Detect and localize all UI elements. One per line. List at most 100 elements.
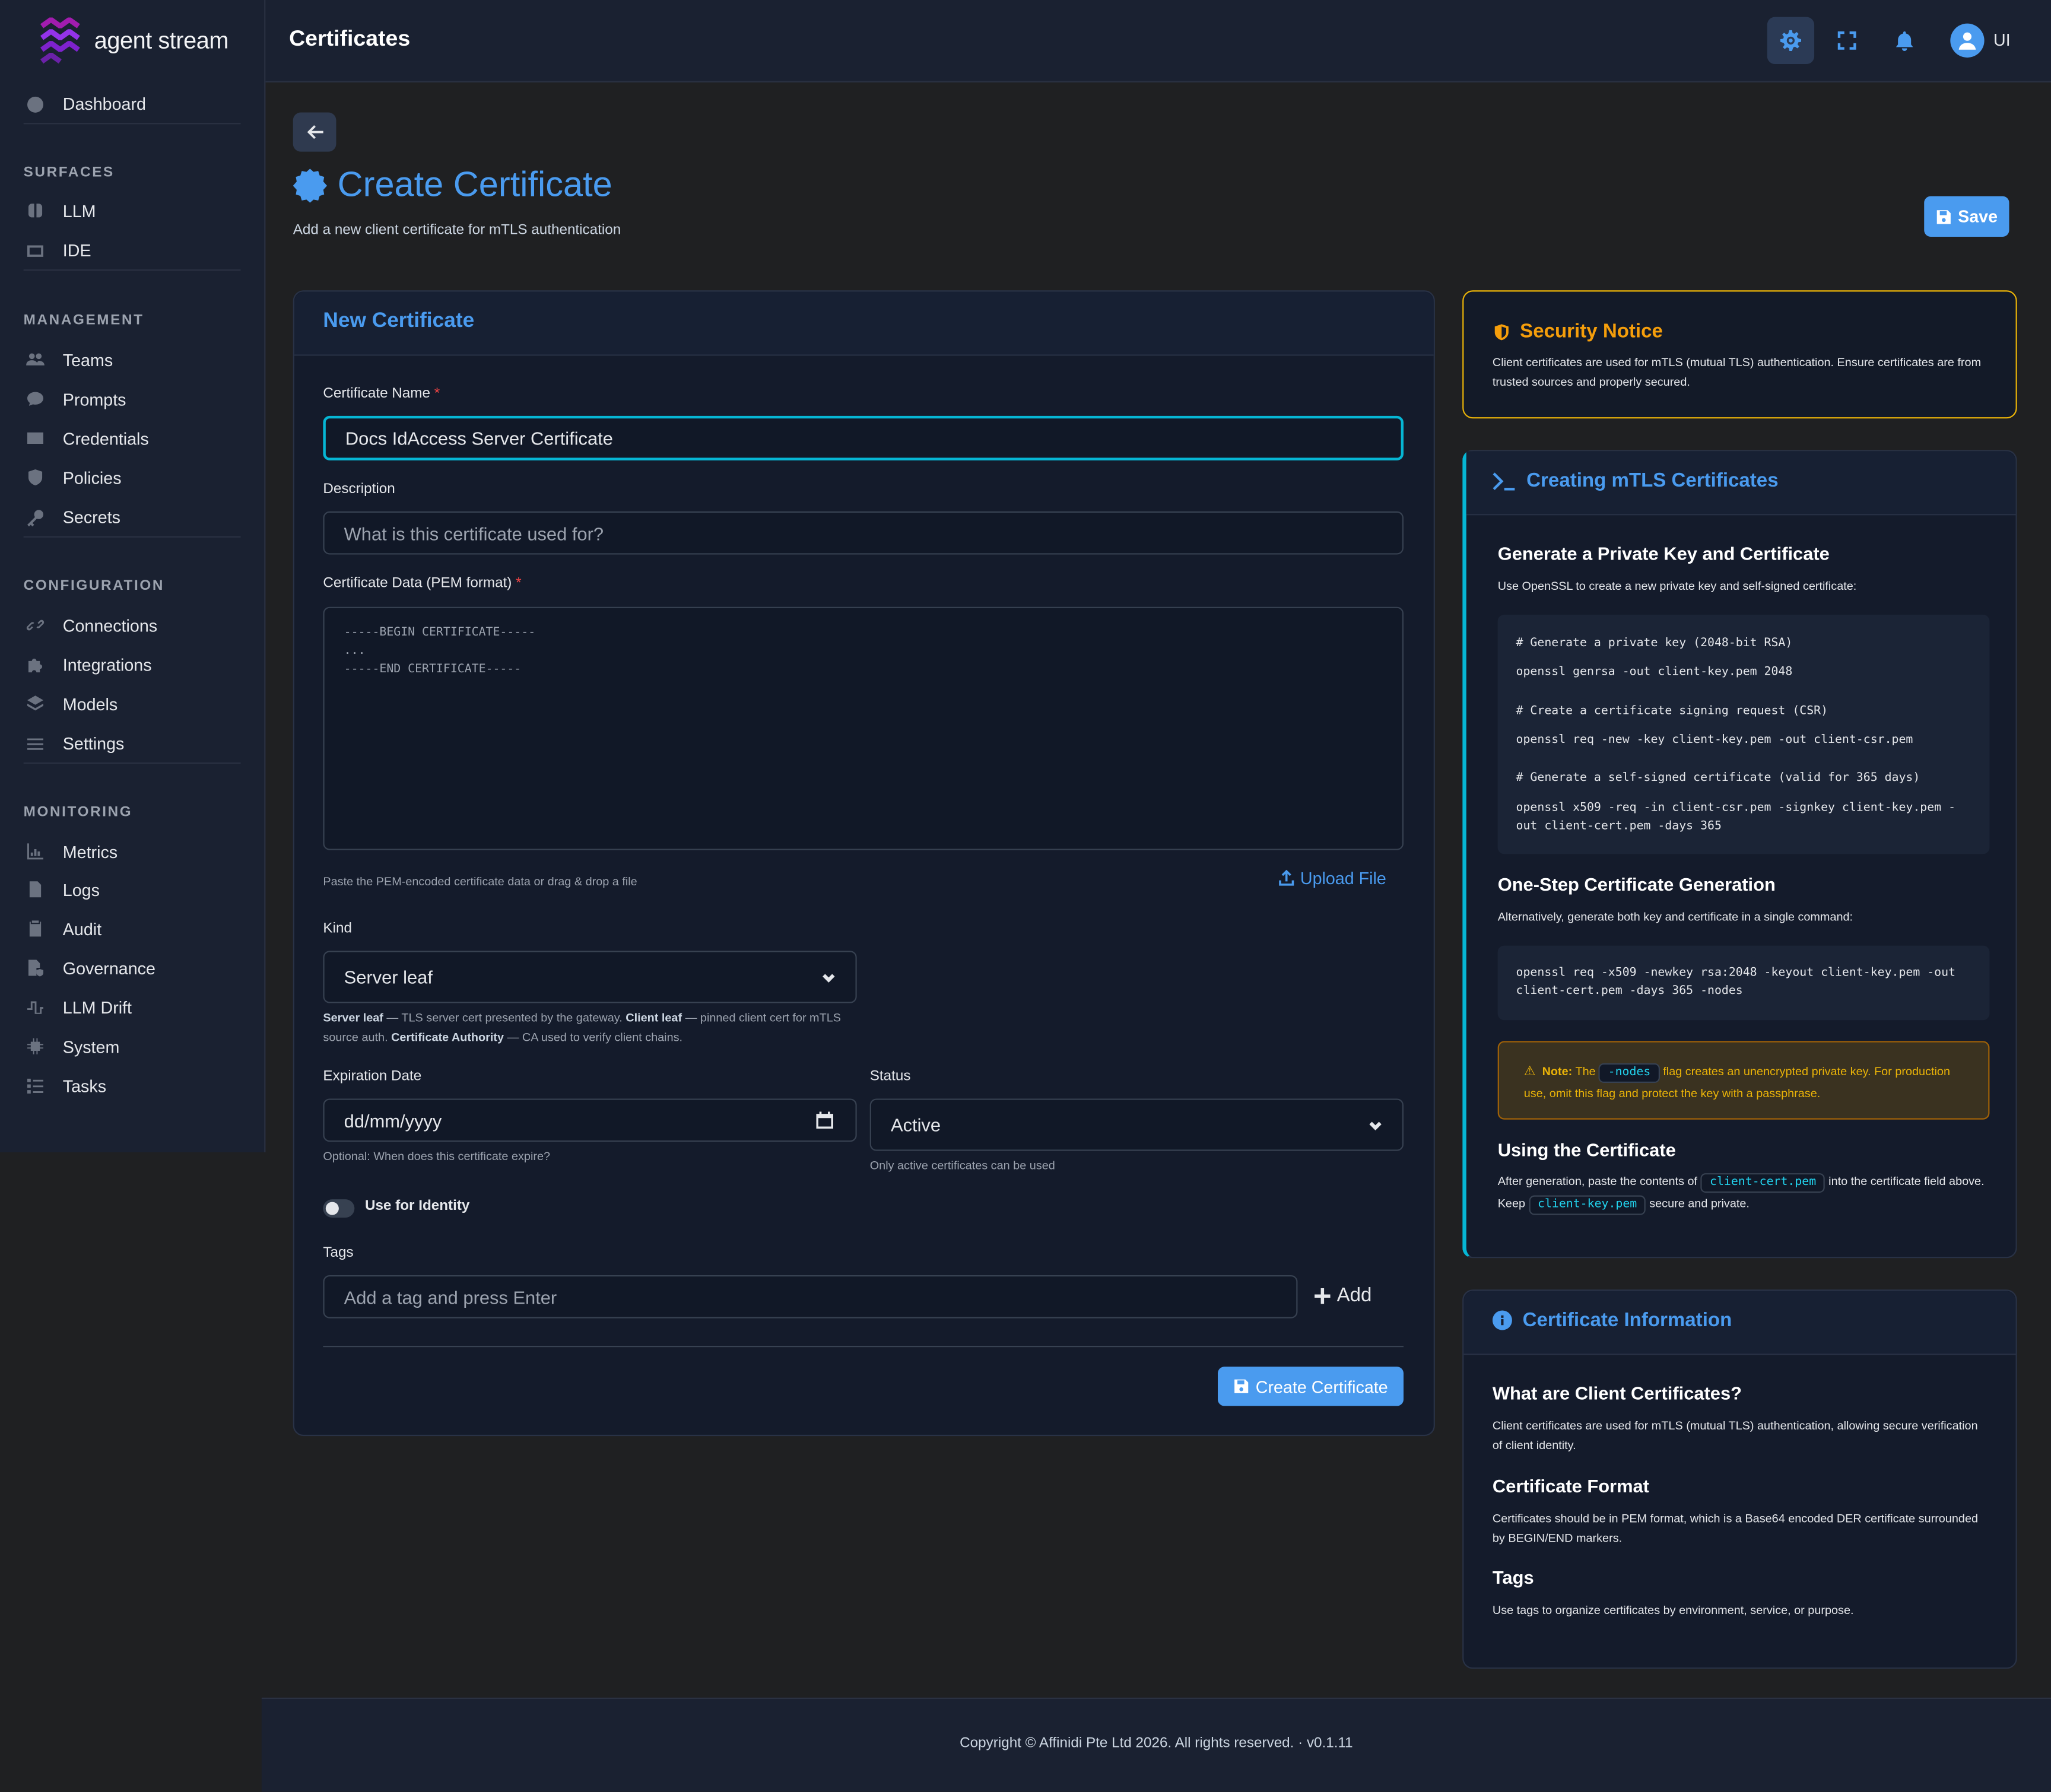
add-tag-button[interactable]: Add [1313, 1284, 1372, 1307]
sidebar-item-label: Metrics [62, 841, 118, 862]
code-comment: # Generate a private key (2048-bit RSA) [1516, 637, 1793, 650]
use-for-identity-toggle[interactable] [323, 1199, 355, 1218]
code-line: openssl req -new -key client-key.pem -ou… [1516, 733, 1913, 747]
kind-select[interactable]: Server leaf [323, 951, 857, 1003]
info-title: Certificate Information [1492, 1309, 1732, 1332]
code-block-generate: # Generate a private key (2048-bit RSA) … [1497, 614, 1990, 854]
page-title-text: Create Certificate [337, 164, 612, 204]
sidebar-item-governance[interactable]: Governance [24, 949, 241, 986]
status-label: Status [869, 1068, 911, 1085]
topbar: Certificates UI [265, 0, 2051, 82]
page-subtitle: Add a new client certificate for mTLS au… [293, 222, 621, 239]
sidebar-item-models[interactable]: Models [24, 685, 241, 722]
gear-icon [1780, 30, 1802, 51]
brand-logo[interactable]: agent stream [37, 15, 228, 65]
new-certificate-card: New Certificate [293, 290, 1435, 1437]
card-header: New Certificate [294, 291, 1434, 356]
code-chip: -nodes [1599, 1063, 1660, 1083]
sidebar-item-connections[interactable]: Connections [24, 607, 241, 644]
sidebar-item-label: Connections [62, 615, 158, 636]
sidebar-item-dashboard[interactable]: Dashboard [23, 85, 241, 125]
status-select[interactable]: Active [869, 1098, 1404, 1151]
pem-data-textarea[interactable]: -----BEGIN CERTIFICATE----- ... -----END… [323, 606, 1404, 850]
notifications-button[interactable] [1881, 17, 1928, 64]
sidebar-item-secrets[interactable]: Secrets [23, 498, 241, 538]
status-help-text: Only active certificates can be used [869, 1158, 1055, 1172]
brain-icon [24, 199, 47, 223]
sidebar-item-label: Secrets [62, 507, 120, 528]
sliders-icon [24, 732, 47, 755]
expiration-help-text: Optional: When does this certificate exp… [323, 1149, 551, 1163]
mtls-guide-panel: Creating mTLS Certificates Generate a Pr… [1462, 450, 2017, 1259]
sidebar-item-label: IDE [62, 240, 91, 260]
expand-icon [1837, 31, 1856, 50]
info-heading-tags: Tags [1492, 1567, 1534, 1588]
user-initials[interactable]: UI [1993, 30, 2011, 50]
description-input[interactable]: What is this certificate used for? [323, 511, 1404, 555]
sidebar-item-prompts[interactable]: Prompts [24, 380, 241, 417]
key-icon [24, 506, 47, 529]
sidebar-item-tasks[interactable]: Tasks [24, 1067, 241, 1104]
expiration-date-label: Expiration Date [323, 1068, 422, 1085]
sidebar-item-llm[interactable]: LLM [24, 192, 241, 229]
certificate-name-input[interactable]: Docs IdAccess Server Certificate [323, 415, 1404, 460]
page-title: Create Certificate [293, 165, 612, 205]
sidebar-item-system[interactable]: System [24, 1028, 241, 1065]
kind-help-text: Server leaf — TLS server cert presented … [323, 1011, 841, 1044]
sidebar-item-metrics[interactable]: Metrics [24, 833, 241, 870]
dashboard-icon [24, 92, 47, 116]
fullscreen-button[interactable] [1824, 17, 1871, 64]
arrow-left-icon [306, 125, 323, 139]
tags-input[interactable]: Add a tag and press Enter [323, 1275, 1298, 1318]
chevron-down-icon [1369, 1121, 1382, 1130]
sidebar-item-integrations[interactable]: Integrations [24, 646, 241, 683]
expiration-date-placeholder: dd/mm/yyyy [344, 1110, 442, 1131]
section-monitoring: MONITORING [23, 804, 133, 820]
sidebar-item-logs[interactable]: Logs [24, 871, 241, 908]
avatar[interactable] [1950, 23, 1985, 58]
info-heading-what: What are Client Certificates? [1492, 1382, 1742, 1403]
info-text-what: Client certificates are used for mTLS (m… [1492, 1419, 1978, 1452]
security-notice-title: Security Notice [1493, 320, 1663, 342]
upload-file-label: Upload File [1300, 868, 1386, 888]
guide-text-using: After generation, paste the contents of … [1498, 1171, 1990, 1215]
info-text-tags: Use tags to organize certificates by env… [1492, 1603, 1854, 1617]
code-block-one-step: openssl req -x509 -newkey rsa:2048 -keyo… [1497, 945, 1990, 1021]
description-label: Description [323, 481, 395, 497]
calendar-icon[interactable] [816, 1111, 834, 1129]
sidebar-item-teams[interactable]: Teams [24, 341, 241, 378]
back-button[interactable] [293, 112, 336, 152]
info-circle-icon [1492, 1310, 1512, 1330]
pem-data-label: Certificate Data (PEM format) * [323, 575, 522, 592]
create-certificate-button[interactable]: Create Certificate [1218, 1367, 1404, 1406]
code-comment: # Create a certificate signing request (… [1516, 705, 1828, 719]
sidebar-item-llm-drift[interactable]: LLM Drift [24, 989, 241, 1025]
sidebar-item-credentials[interactable]: Credentials [24, 420, 241, 457]
guide-header: Creating mTLS Certificates [1466, 451, 2016, 516]
create-certificate-label: Create Certificate [1255, 1376, 1388, 1396]
sidebar-item-ide[interactable]: IDE [23, 231, 241, 271]
terminal-icon [1493, 472, 1515, 490]
sidebar-item-settings[interactable]: Settings [23, 725, 241, 764]
upload-icon [1279, 869, 1294, 886]
certificate-info-panel: Certificate Information What are Client … [1462, 1289, 2017, 1669]
guide-heading-one-step: One-Step Certificate Generation [1497, 873, 1776, 895]
upload-file-button[interactable]: Upload File [1278, 869, 1386, 888]
save-button[interactable]: Save [1924, 196, 2009, 237]
shield-icon [1494, 323, 1509, 340]
sidebar-item-label: LLM [62, 201, 96, 221]
section-management: MANAGEMENT [23, 312, 144, 329]
add-tag-label: Add [1336, 1284, 1372, 1307]
expiration-date-input[interactable]: dd/mm/yyyy [323, 1098, 857, 1142]
info-heading-format: Certificate Format [1492, 1475, 1649, 1496]
bell-icon [1896, 31, 1913, 51]
sidebar-item-label: Integrations [62, 654, 152, 675]
file-shield-icon [24, 956, 47, 980]
theme-settings-button[interactable] [1767, 17, 1815, 65]
kind-label: Kind [323, 920, 352, 937]
plus-icon [1315, 1287, 1331, 1304]
floppy-disk-icon [1234, 1379, 1249, 1393]
sidebar-item-policies[interactable]: Policies [24, 459, 241, 496]
sidebar-item-audit[interactable]: Audit [24, 910, 241, 947]
users-icon [24, 348, 47, 371]
